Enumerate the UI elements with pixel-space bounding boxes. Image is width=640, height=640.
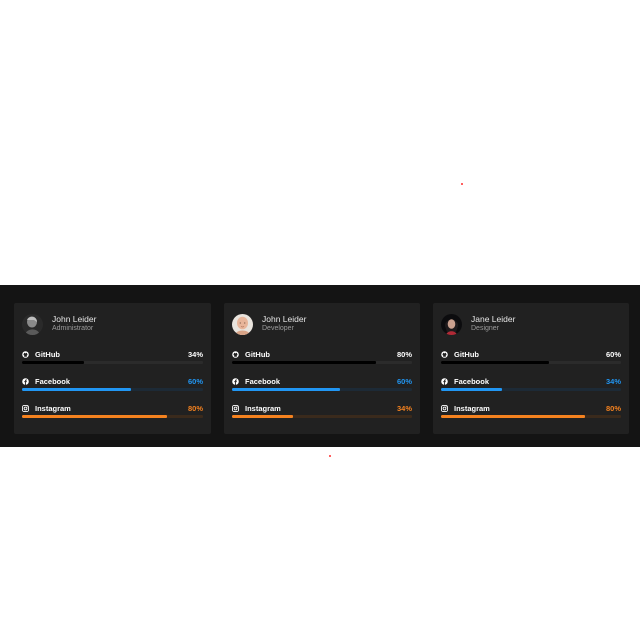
progress-fill	[441, 388, 503, 391]
stat-row-facebook: Facebook 60%	[232, 376, 412, 394]
user-name: John Leider	[262, 314, 307, 324]
progress-track	[22, 361, 203, 364]
github-icon	[232, 350, 239, 358]
progress-fill	[22, 415, 167, 418]
stat-label: GitHub	[454, 349, 479, 359]
stat-label: Instagram	[245, 403, 281, 413]
user-name: John Leider	[52, 314, 97, 324]
card-header: John Leider Administrator	[22, 313, 96, 335]
stat-label: Facebook	[245, 376, 281, 386]
instagram-icon	[441, 404, 448, 412]
progress-track	[441, 415, 621, 418]
stat-label: Facebook	[454, 376, 490, 386]
stat-row-facebook: Facebook 34%	[441, 376, 621, 394]
progress-fill	[232, 361, 376, 364]
profile-card: John Leider Developer GitHub 80% Faceboo…	[224, 303, 420, 434]
stat-value: 60%	[605, 349, 621, 359]
card-header: Jane Leider Designer	[441, 313, 515, 335]
user-role: Developer	[262, 325, 294, 332]
progress-track	[22, 388, 203, 391]
stat-value: 80%	[605, 403, 621, 413]
github-icon	[441, 350, 448, 358]
progress-track	[232, 388, 412, 391]
stat-row-github: GitHub 34%	[22, 349, 203, 367]
progress-fill	[441, 415, 585, 418]
stat-label: Facebook	[35, 376, 71, 386]
stat-label: GitHub	[35, 349, 60, 359]
stat-row-instagram: Instagram 80%	[22, 403, 203, 421]
facebook-icon	[22, 377, 29, 385]
red-dot-marker	[461, 183, 463, 185]
user-role: Designer	[471, 325, 500, 332]
avatar[interactable]	[22, 313, 43, 335]
stat-value: 60%	[396, 376, 412, 386]
facebook-icon	[441, 377, 448, 385]
progress-fill	[22, 388, 131, 391]
stat-value: 34%	[187, 349, 203, 359]
progress-fill	[232, 415, 294, 418]
facebook-icon	[232, 377, 239, 385]
github-icon	[22, 350, 29, 358]
red-dot-marker	[329, 455, 331, 457]
stat-row-github: GitHub 80%	[232, 349, 412, 367]
stat-row-instagram: Instagram 80%	[441, 403, 621, 421]
progress-track	[441, 361, 621, 364]
instagram-icon	[232, 404, 239, 412]
progress-track	[441, 388, 621, 391]
stat-value: 34%	[605, 376, 621, 386]
progress-fill	[441, 361, 549, 364]
stat-value: 80%	[396, 349, 412, 359]
profile-card: Jane Leider Designer GitHub 60% Facebook…	[433, 303, 629, 434]
user-role: Administrator	[52, 325, 94, 332]
stat-value: 34%	[396, 403, 412, 413]
avatar[interactable]	[232, 313, 253, 335]
progress-fill	[232, 388, 340, 391]
cards-band: John Leider Administrator GitHub 34% Fac…	[0, 285, 640, 447]
avatar[interactable]	[441, 313, 462, 335]
progress-fill	[22, 361, 84, 364]
progress-track	[232, 415, 412, 418]
stat-label: Instagram	[454, 403, 490, 413]
stat-value: 60%	[187, 376, 203, 386]
stat-label: Instagram	[35, 403, 71, 413]
stat-value: 80%	[187, 403, 203, 413]
progress-track	[22, 415, 203, 418]
user-name: Jane Leider	[471, 314, 516, 324]
profile-card: John Leider Administrator GitHub 34% Fac…	[14, 303, 211, 434]
card-header: John Leider Developer	[232, 313, 306, 335]
stat-row-instagram: Instagram 34%	[232, 403, 412, 421]
instagram-icon	[22, 404, 29, 412]
stat-label: GitHub	[245, 349, 270, 359]
page: John Leider Administrator GitHub 34% Fac…	[0, 0, 640, 640]
stat-row-github: GitHub 60%	[441, 349, 621, 367]
progress-track	[232, 361, 412, 364]
stat-row-facebook: Facebook 60%	[22, 376, 203, 394]
